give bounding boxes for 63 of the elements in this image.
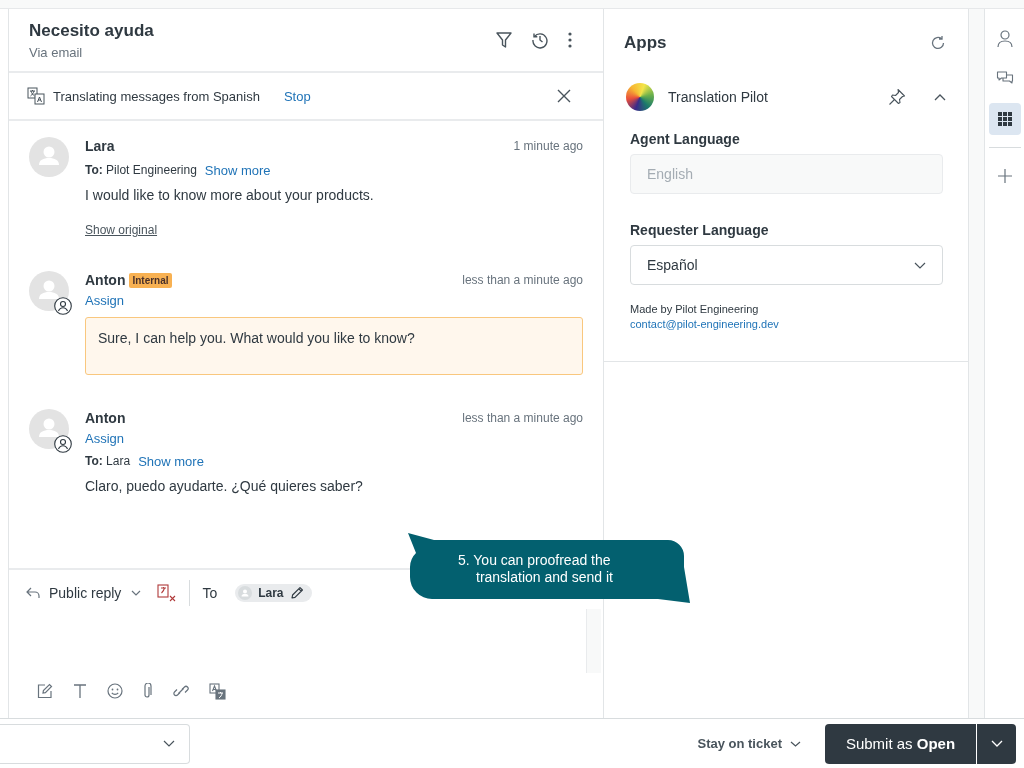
tooltip: 5. You can proofread the translation and send it	[408, 533, 690, 605]
credit-text: Made by Pilot Engineering	[630, 303, 760, 315]
caret-icon	[990, 740, 1003, 747]
text-format-icon[interactable]	[73, 683, 87, 700]
app-logo-icon	[626, 83, 654, 111]
agent-badge-icon	[54, 435, 72, 453]
message-time: less than a minute ago	[462, 411, 583, 425]
submit-options-button[interactable]	[976, 723, 1016, 764]
internal-badge: Internal	[129, 272, 172, 288]
show-more-link[interactable]: Show more	[138, 454, 204, 469]
ticket-channel: Via email	[29, 44, 84, 60]
pin-icon[interactable]	[888, 88, 906, 106]
translation-off-icon[interactable]	[157, 584, 178, 603]
recipient-line: To: Lara	[85, 454, 131, 469]
requester-language-select[interactable]: Español	[630, 245, 943, 285]
ticket-title: Necesito ayuda	[29, 20, 155, 41]
recipient-line: To: Pilot Engineering	[85, 163, 197, 178]
avatar	[238, 586, 253, 601]
assign-link[interactable]: Assign	[85, 431, 583, 446]
filter-icon[interactable]	[495, 31, 513, 49]
show-more-link[interactable]: Show more	[204, 163, 271, 178]
apps-title: Apps	[624, 33, 667, 53]
agent-language-field: English	[630, 154, 943, 194]
stop-link[interactable]: Stop	[283, 88, 311, 104]
contact-link[interactable]: contact@pilot-engineering.dev	[630, 318, 779, 330]
to-label: To	[202, 585, 218, 602]
message-body: Claro, puedo ayudarte. ¿Qué quieres saber?	[85, 478, 364, 494]
apps-grid-icon[interactable]	[988, 103, 1021, 135]
recipient-chip[interactable]: Lara	[235, 584, 312, 603]
message-body: I would like to know more about your products.	[85, 187, 375, 203]
translation-status: Translating messages from Spanish	[53, 88, 260, 104]
message-time: 1 minute ago	[513, 139, 583, 153]
submit-button[interactable]: Submit as Open	[825, 723, 976, 764]
caret-icon	[790, 740, 801, 747]
compose-icon[interactable]	[37, 683, 53, 700]
internal-note: Sure, I can help you. What would you like to know?	[85, 317, 583, 375]
pencil-icon[interactable]	[289, 586, 304, 601]
attachment-icon[interactable]	[143, 683, 153, 700]
reply-icon	[25, 586, 41, 601]
author-name: Anton	[85, 410, 126, 426]
requester-language-label: Requester Language	[630, 222, 770, 238]
assign-link[interactable]: Assign	[85, 293, 583, 308]
message-time: less than a minute ago	[462, 273, 583, 287]
emoji-icon[interactable]	[107, 683, 123, 700]
chevron-icon[interactable]	[934, 93, 946, 101]
show-original-link[interactable]: Show original	[85, 223, 158, 237]
more-icon[interactable]	[567, 31, 573, 49]
stay-on-ticket-dropdown[interactable]: Stay on ticket	[691, 735, 807, 752]
chevron-icon	[914, 261, 926, 269]
translate-icon[interactable]	[209, 682, 226, 700]
reply-mode-dropdown[interactable]: Public reply	[49, 585, 150, 602]
avatar	[29, 137, 69, 177]
author-name: Anton	[85, 272, 126, 288]
caret-icon	[131, 590, 142, 597]
chevron-icon	[163, 740, 175, 747]
close-icon[interactable]	[557, 89, 571, 103]
app-name: Translation Pilot	[668, 89, 768, 105]
author-name: Lara	[85, 138, 115, 154]
refresh-icon[interactable]	[930, 35, 946, 51]
agent-language-label: Agent Language	[630, 131, 741, 147]
history-icon[interactable]	[531, 31, 549, 49]
translate-icon	[27, 87, 45, 105]
agent-badge-icon	[54, 297, 72, 315]
